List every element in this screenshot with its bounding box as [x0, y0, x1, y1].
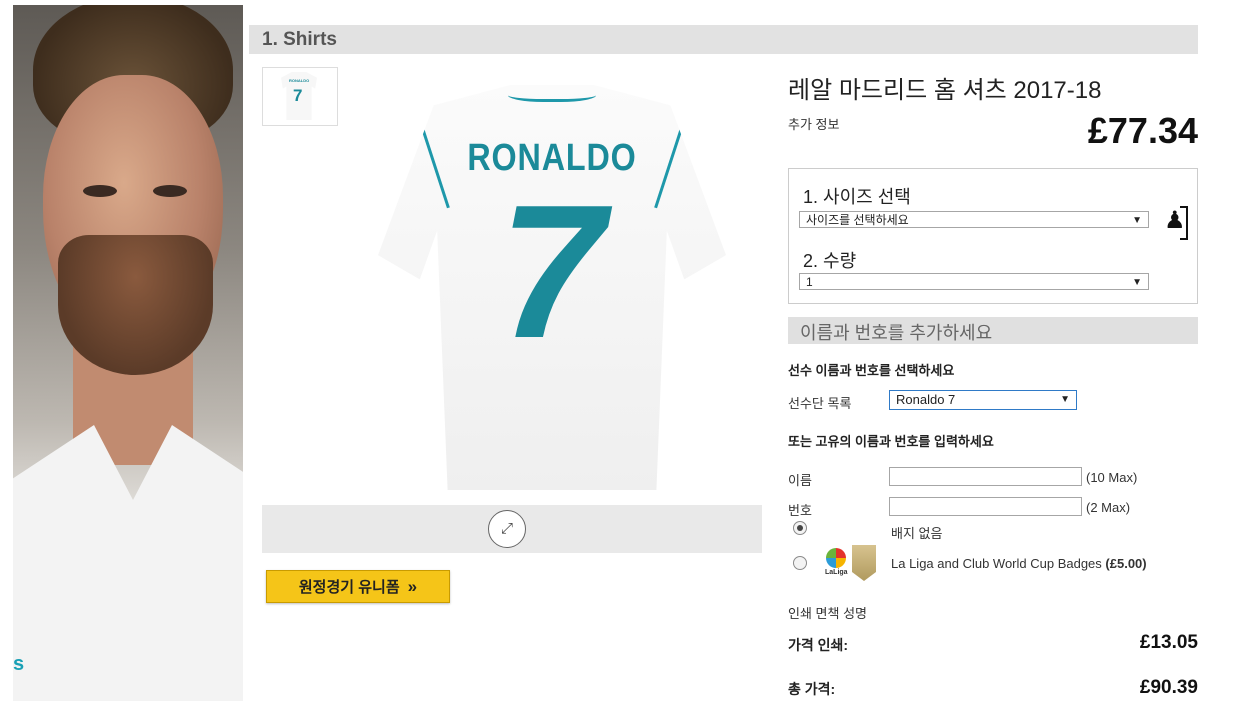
chevron-down-icon: ▼ — [1060, 394, 1070, 405]
product-thumbnail[interactable]: RONALDO 7 — [262, 67, 338, 126]
name-input[interactable] — [889, 467, 1082, 486]
squad-select-value: Ronaldo 7 — [896, 392, 956, 407]
product-title: 레알 마드리드 홈 셔츠 2017-18 — [788, 77, 1102, 104]
expand-icon[interactable]: ⤢ — [488, 510, 526, 548]
print-price-label: 가격 인쇄: — [788, 637, 849, 653]
zoom-bar: ⤢ — [262, 505, 762, 553]
laliga-badge-icon: LaLiga — [824, 546, 848, 580]
laliga-badge-label: La Liga and Club World Cup Badges (£5.00… — [891, 556, 1147, 571]
size-select[interactable]: 사이즈를 선택하세요 ▼ — [799, 211, 1149, 228]
quantity-select[interactable]: 1 ▼ — [799, 273, 1149, 290]
print-price-value: £13.05 — [1139, 632, 1198, 653]
squad-list-label: 선수단 목록 — [788, 396, 852, 411]
quantity-select-value: 1 — [806, 275, 813, 289]
thumbnail-jersey-name: RONALDO — [289, 78, 310, 83]
no-badge-label: 배지 없음 — [891, 526, 943, 541]
club-world-cup-badge-icon — [852, 545, 876, 581]
thumbnail-jersey-image: RONALDO 7 — [281, 72, 317, 120]
number-max-hint: (2 Max) — [1086, 500, 1131, 515]
size-label: 1. 사이즈 선택 — [803, 187, 911, 207]
size-guide-icon[interactable]: ♟ — [1164, 204, 1188, 240]
name-max-hint: (10 Max) — [1086, 470, 1138, 485]
jersey-collar — [508, 85, 596, 102]
personalise-header: 이름과 번호를 추가하세요 — [788, 317, 1198, 344]
size-select-value: 사이즈를 선택하세요 — [806, 213, 909, 227]
banner-brand-text: s — [13, 653, 25, 675]
more-info-link[interactable]: 추가 정보 — [788, 114, 839, 133]
laliga-badge-radio[interactable] — [793, 556, 807, 570]
product-price: £77.34 — [1087, 110, 1198, 151]
total-price-value: £90.39 — [1139, 677, 1198, 698]
jersey-number-print: 7 — [499, 166, 605, 378]
laliga-badge-price: (£5.00) — [1105, 556, 1147, 571]
size-quantity-box: 1. 사이즈 선택 사이즈를 선택하세요 ▼ ♟ 2. 수량 1 ▼ — [788, 168, 1198, 304]
section-title: 1. Shirts — [262, 29, 337, 50]
away-kit-label: 원정경기 유니폼 — [298, 579, 400, 596]
banner-beard — [58, 235, 213, 375]
thumbnail-jersey-number: 7 — [293, 86, 303, 105]
size-guide-bracket — [1180, 206, 1188, 240]
total-price-label: 총 가격: — [788, 681, 836, 697]
banner-eye-left — [83, 185, 117, 197]
away-kit-button[interactable]: 원정경기 유니폼 » — [266, 570, 450, 603]
laliga-logo-text: LaLiga — [825, 569, 848, 576]
player-banner-image: s — [13, 5, 243, 701]
no-badge-radio[interactable] — [793, 521, 807, 535]
banner-eye-right — [153, 185, 187, 197]
quantity-label: 2. 수량 — [803, 251, 857, 271]
chevron-down-icon: ▼ — [1132, 277, 1142, 288]
laliga-logo-circle — [826, 548, 846, 568]
banner-shirt — [13, 425, 243, 701]
chevron-down-icon: ▼ — [1132, 215, 1142, 226]
laliga-badge-text: La Liga and Club World Cup Badges — [891, 556, 1102, 571]
number-input[interactable] — [889, 497, 1082, 516]
number-label: 번호 — [788, 503, 812, 518]
squad-select[interactable]: Ronaldo 7 ▼ — [889, 390, 1077, 410]
chevron-right-icon: » — [407, 577, 418, 596]
personalise-title: 이름과 번호를 추가하세요 — [800, 323, 993, 343]
jersey-image: RONALDO 7 — [378, 85, 726, 490]
choose-player-heading: 선수 이름과 번호를 선택하세요 — [788, 363, 955, 378]
custom-name-heading: 또는 고유의 이름과 번호를 입력하세요 — [788, 434, 994, 449]
section-header: 1. Shirts — [249, 25, 1198, 54]
print-disclaimer-link[interactable]: 인쇄 면책 성명 — [788, 603, 867, 622]
product-main-image: RONALDO 7 — [378, 85, 726, 490]
name-label: 이름 — [788, 473, 812, 488]
